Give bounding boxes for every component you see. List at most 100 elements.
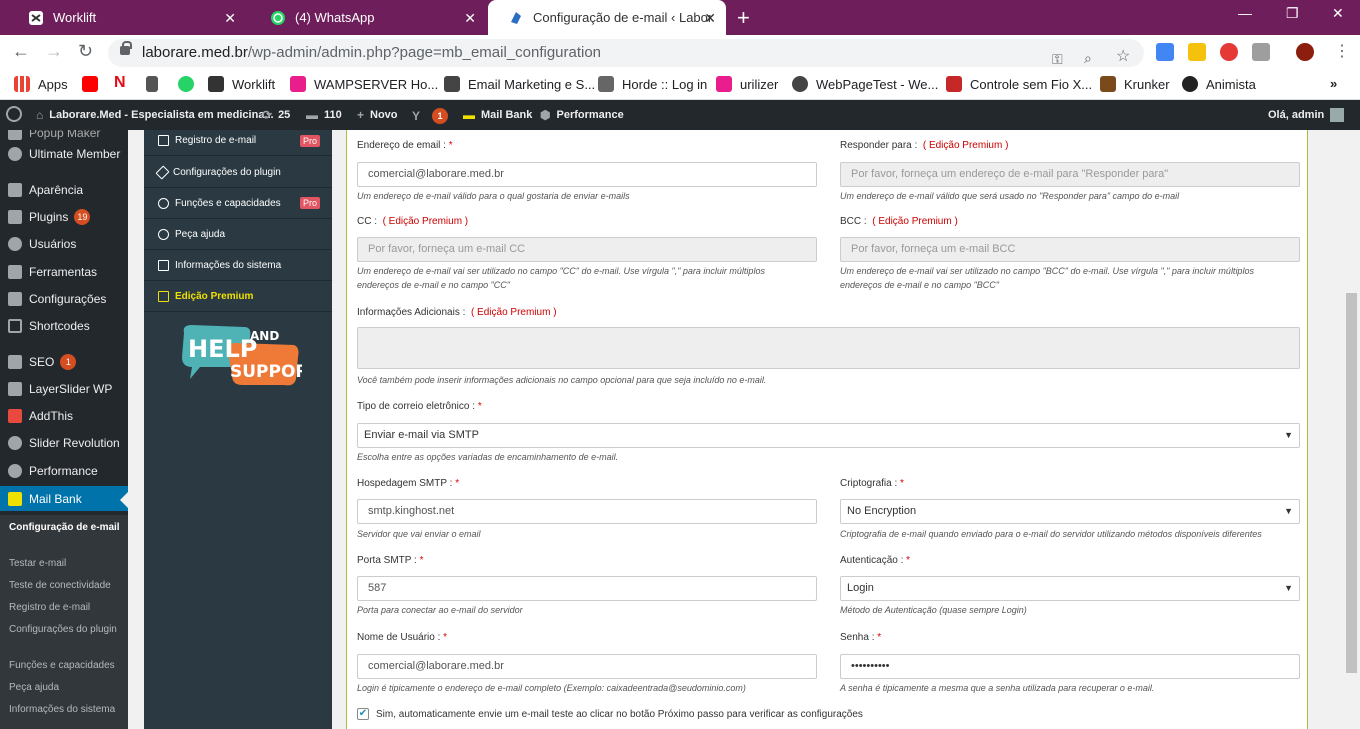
site-name-link[interactable]: ⌂ Laborare.Med - Especialista em medicina… <box>36 108 274 122</box>
cc-field[interactable]: Por favor, forneça um e-mail CC <box>357 237 817 262</box>
test-email-checkbox[interactable]: ✔ <box>357 708 369 720</box>
sidebar-item-appearance[interactable]: Aparência <box>0 179 128 201</box>
tab-email-configuration[interactable]: Configuração de e-mail ‹ Laborar ✕ <box>488 0 726 35</box>
minimize-icon[interactable]: — <box>1238 5 1252 21</box>
password-field[interactable]: •••••••••• <box>840 654 1300 679</box>
bookmark-wampserver[interactable]: WAMPSERVER Ho... <box>290 76 438 92</box>
sidebar-item-seo[interactable]: SEO 1 <box>0 351 128 373</box>
more-bookmarks-icon[interactable]: » <box>1330 76 1337 91</box>
guitar-icon[interactable] <box>146 76 158 92</box>
comments-link[interactable]: ▬ 110 <box>306 108 342 122</box>
sidebar-item-slider-revolution[interactable]: Slider Revolution <box>0 432 128 454</box>
performance-link[interactable]: ⬢ Performance <box>540 108 624 122</box>
sidebar-item-plugins[interactable]: Plugins 19 <box>0 206 128 228</box>
plug-icon <box>8 210 22 224</box>
submenu-help[interactable]: Peça ajuda <box>9 681 121 695</box>
help-and-support-logo[interactable]: HELP AND SUPPORT <box>178 323 320 395</box>
new-tab-icon[interactable]: + <box>737 5 750 31</box>
plugin-nav-premium[interactable]: Edição Premium <box>144 281 332 312</box>
submenu-connectivity-test[interactable]: Teste de conectividade <box>9 579 121 593</box>
encryption-hint: Criptografia de e-mail quando enviado pa… <box>840 529 1262 539</box>
bookmark-email-marketing[interactable]: Email Marketing e S... <box>444 76 595 92</box>
youtube-icon[interactable] <box>82 76 98 92</box>
smtp-port-field[interactable]: 587 <box>357 576 817 601</box>
updates-link[interactable]: ⟳ 25 <box>262 108 290 122</box>
bookmark-apps[interactable]: Apps <box>14 76 68 92</box>
auth-select[interactable]: Login ▼ <box>840 576 1300 601</box>
submenu-email-log[interactable]: Registro de e-mail <box>9 601 121 615</box>
bookmark-webpagetest[interactable]: WebPageTest - We... <box>792 76 938 92</box>
scrollbar-thumb[interactable] <box>1346 293 1357 673</box>
camera-icon[interactable] <box>1252 43 1270 61</box>
plugin-nav-system-info[interactable]: Informações do sistema <box>144 250 332 281</box>
zoom-icon[interactable]: ⌕ <box>1084 44 1092 72</box>
back-icon[interactable]: ← <box>12 41 30 62</box>
reload-icon[interactable]: ↻ <box>78 41 93 62</box>
sidebar-item-popup-maker[interactable]: Popup Maker <box>0 130 128 144</box>
smtp-host-field[interactable]: smtp.kinghost.net <box>357 499 817 524</box>
plugin-nav-roles[interactable]: Funções e capacidades Pro <box>144 188 332 219</box>
submenu-plugin-settings[interactable]: Configurações do plugin <box>9 623 121 637</box>
pencil-extension-icon[interactable] <box>1188 43 1206 61</box>
reply-to-field[interactable]: Por favor, forneça um endereço de e-mail… <box>840 162 1300 187</box>
bookmark-animista[interactable]: Animista <box>1182 76 1256 92</box>
tab-whatsapp[interactable]: (4) WhatsApp ✕ <box>250 0 486 35</box>
window-close-icon[interactable]: ✕ <box>1332 5 1344 22</box>
page-scrollbar[interactable] <box>1343 130 1360 729</box>
plugin-nav-settings[interactable]: Configurações do plugin <box>144 157 332 188</box>
help-text: HELP <box>188 335 257 363</box>
performance-icon <box>8 464 22 478</box>
netflix-icon[interactable]: N <box>114 74 126 92</box>
star-icon[interactable]: ☆ <box>1116 43 1130 71</box>
close-icon[interactable]: ✕ <box>464 10 476 27</box>
account-menu[interactable]: Olá, admin <box>1268 108 1345 122</box>
chevron-down-icon: ▼ <box>1284 583 1293 593</box>
bookmark-controle[interactable]: Controle sem Fio X... <box>946 76 1092 92</box>
address-bar[interactable]: laborare.med.br/wp-admin/admin.php?page=… <box>108 39 1144 67</box>
bookmark-urilizer[interactable]: urilizer <box>716 76 778 92</box>
close-icon[interactable]: ✕ <box>224 10 236 27</box>
additional-info-textarea[interactable] <box>357 327 1300 369</box>
restore-icon[interactable]: ❐ <box>1286 5 1299 22</box>
email-field[interactable]: comercial@laborare.med.br <box>357 162 817 187</box>
url-host: laborare.med.br <box>142 44 248 61</box>
updates-icon: ⟳ <box>262 108 273 122</box>
sidebar-item-layerslider[interactable]: LayerSlider WP <box>0 378 128 400</box>
sidebar-item-shortcodes[interactable]: Shortcodes <box>0 315 128 337</box>
submenu-email-configuration[interactable]: Configuração de e-mail <box>9 521 121 535</box>
plugin-nav-help[interactable]: Peça ajuda <box>144 219 332 250</box>
submenu-system-info[interactable]: Informações do sistema <box>9 703 121 717</box>
bookmark-horde[interactable]: Horde :: Log in <box>598 76 707 92</box>
menu-kebab-icon[interactable]: ⋮ <box>1334 41 1350 61</box>
bookmark-worklift[interactable]: Worklift <box>208 76 275 92</box>
forward-icon[interactable]: → <box>45 41 63 62</box>
adblock-icon[interactable] <box>1220 43 1238 61</box>
plugins-badge: 19 <box>74 209 91 225</box>
bookmark-krunker[interactable]: Krunker <box>1100 76 1170 92</box>
email-type-select[interactable]: Enviar e-mail via SMTP ▼ <box>357 423 1300 448</box>
submenu-test-email[interactable]: Testar e-mail <box>9 557 121 571</box>
sidebar-item-tools[interactable]: Ferramentas <box>0 261 128 283</box>
avatar[interactable] <box>1296 43 1314 61</box>
mail-bank-link[interactable]: ▬ Mail Bank <box>463 108 532 122</box>
yoast-link[interactable]: Y1 <box>412 108 449 124</box>
whatsapp-bookmark-icon[interactable] <box>178 76 194 92</box>
sidebar-item-addthis[interactable]: AddThis <box>0 405 128 427</box>
animista-icon <box>1182 76 1198 92</box>
sidebar-item-performance[interactable]: Performance <box>0 460 128 482</box>
sidebar-item-ultimate-member[interactable]: Ultimate Member <box>0 143 128 165</box>
seo-icon <box>8 355 22 369</box>
submenu-roles[interactable]: Funções e capacidades <box>9 659 121 673</box>
encryption-select[interactable]: No Encryption ▼ <box>840 499 1300 524</box>
sidebar-item-mail-bank[interactable]: Mail Bank <box>0 486 128 511</box>
plugin-nav-email-log[interactable]: Registro de e-mail Pro <box>144 126 332 156</box>
sidebar-item-settings[interactable]: Configurações <box>0 288 128 310</box>
new-content-link[interactable]: + Novo <box>357 108 398 122</box>
close-icon[interactable]: ✕ <box>704 10 716 27</box>
translate-icon[interactable] <box>1156 43 1174 61</box>
wordpress-logo-icon[interactable] <box>6 106 22 122</box>
bcc-field[interactable]: Por favor, forneça um e-mail BCC <box>840 237 1300 262</box>
sidebar-item-users[interactable]: Usuários <box>0 233 128 255</box>
tab-worklift[interactable]: Worklift ✕ <box>8 0 246 35</box>
username-field[interactable]: comercial@laborare.med.br <box>357 654 817 679</box>
